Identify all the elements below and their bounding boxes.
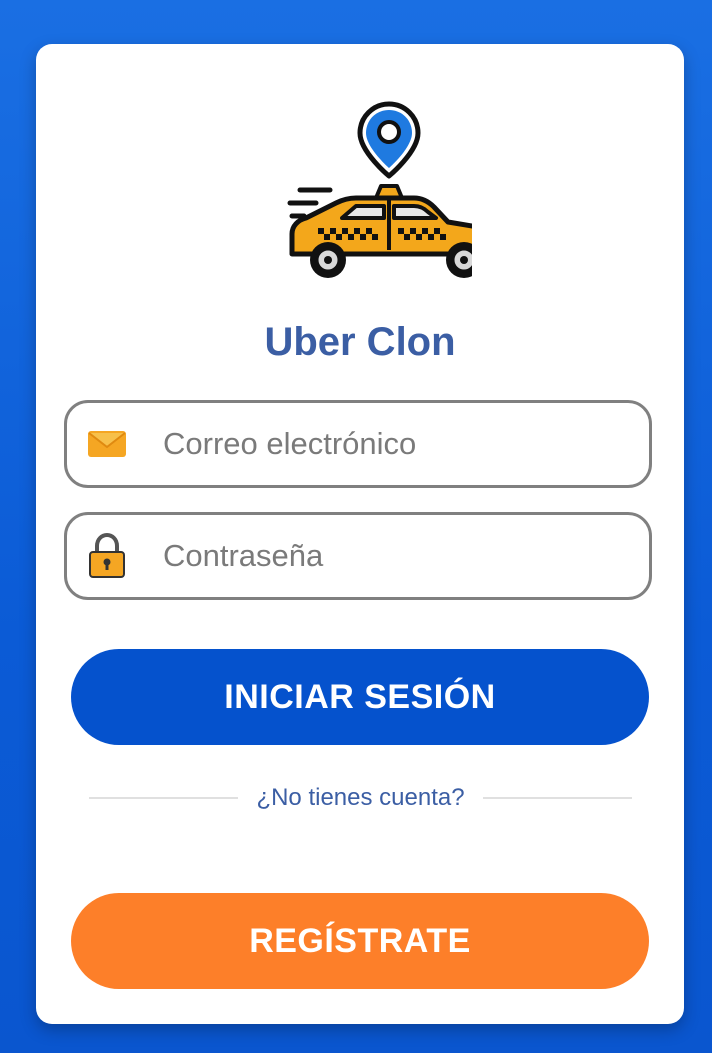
- divider-line-left: [89, 797, 239, 799]
- login-button[interactable]: INICIAR SESIÓN: [71, 649, 649, 745]
- taxi-with-location-pin-icon: [287, 101, 472, 278]
- app-title: Uber Clon: [264, 320, 456, 364]
- no-account-text: ¿No tienes cuenta?: [256, 784, 465, 811]
- email-input[interactable]: [161, 425, 625, 463]
- signup-divider: ¿No tienes cuenta?: [89, 780, 632, 816]
- login-card: Uber Clon INICIAR SESIÓN ¿No tienes cuen…: [36, 44, 684, 1024]
- password-input[interactable]: [161, 537, 625, 575]
- envelope-icon: [85, 420, 129, 468]
- padlock-icon: [85, 532, 129, 580]
- password-field[interactable]: [64, 512, 652, 600]
- divider-line-right: [482, 797, 632, 799]
- email-field[interactable]: [64, 400, 652, 488]
- register-button[interactable]: REGÍSTRATE: [71, 893, 649, 989]
